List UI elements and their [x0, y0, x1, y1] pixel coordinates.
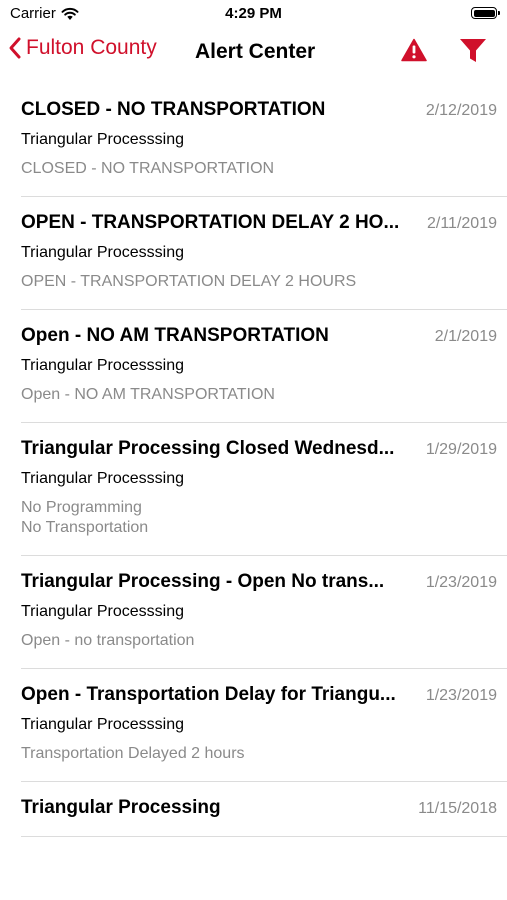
- alert-title: CLOSED - NO TRANSPORTATION: [21, 99, 326, 120]
- nav-bar: Fulton County Alert Center: [0, 30, 507, 74]
- warning-icon: [401, 38, 427, 62]
- alert-message-line: Transportation Delayed 2 hours: [21, 745, 245, 762]
- alert-source: Triangular Processsing: [21, 357, 185, 374]
- alert-header-row: CLOSED - NO TRANSPORTATION 2/12/2019: [21, 99, 497, 121]
- alert-source: Triangular Processsing: [21, 716, 185, 733]
- alert-list-item[interactable]: Triangular Processing 11/15/2018: [0, 782, 507, 837]
- status-bar: Carrier 4:29 PM: [0, 0, 507, 30]
- alert-message-line: OPEN - TRANSPORTATION DELAY 2 HOURS: [21, 273, 357, 290]
- alert-date: 11/15/2018: [418, 800, 497, 817]
- alert-source: Triangular Processsing: [21, 131, 185, 148]
- alert-date: 1/23/2019: [425, 687, 497, 704]
- back-label: Fulton County: [26, 36, 157, 59]
- alert-message-line: Open - no transportation: [21, 632, 195, 649]
- filter-button[interactable]: [459, 38, 487, 69]
- filter-icon: [460, 39, 486, 62]
- alert-title: OPEN - TRANSPORTATION DELAY 2 HO...: [21, 212, 400, 233]
- alert-message-line: Open - NO AM TRANSPORTATION: [21, 386, 275, 403]
- alert-source: Triangular Processsing: [21, 603, 185, 620]
- alert-message: OPEN - TRANSPORTATION DELAY 2 HOURS: [21, 272, 497, 292]
- alert-message: Transportation Delayed 2 hours: [21, 744, 497, 764]
- alert-message: No Programming No Transportation: [21, 498, 497, 538]
- alert-date: 1/23/2019: [425, 574, 497, 591]
- alert-header-row: Triangular Processing Closed Wednesd... 1…: [21, 438, 497, 460]
- alert-header-row: Open - NO AM TRANSPORTATION 2/1/2019: [21, 325, 497, 347]
- alert-header-row: Triangular Processing 11/15/2018: [21, 797, 497, 819]
- back-button[interactable]: Fulton County: [8, 36, 157, 60]
- alert-list-item[interactable]: Triangular Processing Closed Wednesd... 1…: [0, 423, 507, 556]
- alert-title: Triangular Processing Closed Wednesd...: [21, 438, 395, 459]
- alert-message: CLOSED - NO TRANSPORTATION: [21, 159, 497, 179]
- alert-date: 2/12/2019: [425, 102, 497, 119]
- battery-icon: [471, 7, 500, 19]
- alert-title: Triangular Processing - Open No trans...: [21, 571, 385, 592]
- alert-message-line: No Transportation: [21, 519, 149, 536]
- alert-title: Open - NO AM TRANSPORTATION: [21, 325, 329, 346]
- alert-message-line: No Programming: [21, 499, 142, 516]
- alert-message: Open - NO AM TRANSPORTATION: [21, 385, 497, 405]
- alert-date: 1/29/2019: [425, 441, 497, 458]
- chevron-left-icon: [9, 37, 21, 59]
- alert-message: Open - no transportation: [21, 631, 497, 651]
- alert-list-item[interactable]: CLOSED - NO TRANSPORTATION 2/12/2019 Trian…: [0, 84, 507, 197]
- alert-list-item[interactable]: Open - NO AM TRANSPORTATION 2/1/2019 Trian…: [0, 310, 507, 423]
- alert-header-row: Open - Transportation Delay for Triangu.…: [21, 684, 497, 706]
- alert-list-item[interactable]: OPEN - TRANSPORTATION DELAY 2 HO... 2/11/…: [0, 197, 507, 310]
- alert-source: Triangular Processsing: [21, 244, 185, 261]
- alert-date: 2/11/2019: [427, 215, 497, 232]
- alert-header-row: OPEN - TRANSPORTATION DELAY 2 HO... 2/11/…: [21, 212, 497, 234]
- alert-list-item[interactable]: Open - Transportation Delay for Triangu.…: [0, 669, 507, 782]
- alert-date: 2/1/2019: [434, 328, 497, 345]
- alert-message-line: CLOSED - NO TRANSPORTATION: [21, 160, 275, 177]
- alert-header-row: Triangular Processing - Open No trans...…: [21, 571, 497, 593]
- alert-source: Triangular Processsing: [21, 470, 185, 487]
- alert-list-item[interactable]: Triangular Processing - Open No trans...…: [0, 556, 507, 669]
- alert-title: Triangular Processing: [21, 797, 221, 818]
- page-title: Alert Center: [195, 40, 316, 63]
- alert-list: CLOSED - NO TRANSPORTATION 2/12/2019 Trian…: [0, 84, 507, 837]
- alert-title: Open - Transportation Delay for Triangu.…: [21, 684, 396, 705]
- status-time: 4:29 PM: [225, 5, 282, 22]
- alert-button[interactable]: [401, 38, 427, 67]
